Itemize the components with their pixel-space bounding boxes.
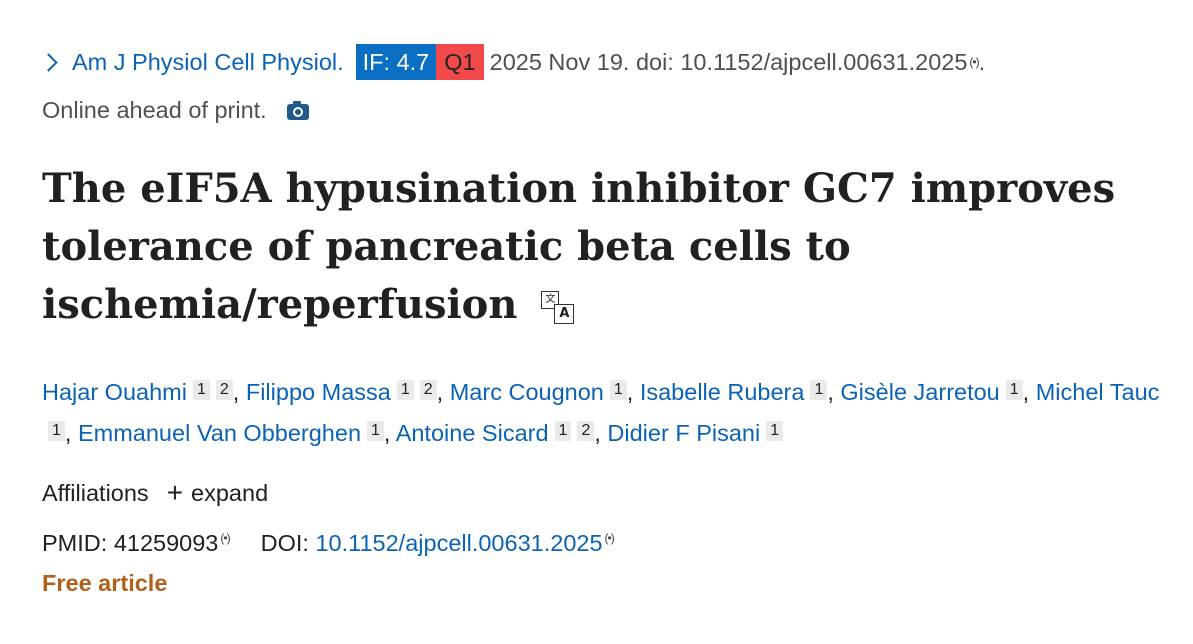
- affiliation-number[interactable]: 1: [367, 421, 384, 441]
- affiliation-number[interactable]: 2: [577, 421, 595, 441]
- pmid-signal-icon[interactable]: (•): [220, 531, 230, 545]
- citation-period: .: [978, 49, 986, 75]
- doi-link[interactable]: 10.1152/ajpcell.00631.2025: [315, 530, 602, 556]
- affiliation-number[interactable]: 2: [215, 380, 233, 400]
- free-article-label[interactable]: Free article: [42, 566, 167, 600]
- affiliations-label: Affiliations: [42, 480, 149, 506]
- affiliation-number[interactable]: 1: [766, 421, 784, 441]
- doi-label: DOI:: [260, 529, 309, 556]
- author-link[interactable]: Filippo Massa: [246, 379, 391, 405]
- author-link[interactable]: Hajar Ouahmi: [42, 379, 187, 405]
- affiliation-number[interactable]: 1: [810, 380, 828, 400]
- impact-factor-badge: IF: 4.7: [355, 44, 437, 80]
- plus-icon[interactable]: +: [167, 479, 183, 507]
- translate-icon[interactable]: 文 A: [541, 291, 575, 325]
- author-link[interactable]: Isabelle Rubera: [640, 379, 805, 405]
- citation-block: Am J Physiol Cell Physiol. IF: 4.7 Q1 20…: [39, 42, 1162, 130]
- publication-status: Online ahead of print.: [42, 90, 1162, 130]
- article-title-text: The eIF5A hypusination inhibitor GC7 imp…: [42, 165, 1116, 328]
- affiliations-toggle[interactable]: Affiliations + expand: [42, 476, 268, 510]
- author-separator: ,: [1022, 379, 1036, 405]
- author-separator: ,: [827, 379, 841, 405]
- author-separator: ,: [64, 420, 78, 446]
- pmid-label: PMID:: [42, 529, 108, 556]
- quartile-badge: Q1: [436, 44, 484, 80]
- doi-link-signal-icon[interactable]: (•): [605, 531, 615, 545]
- doi-signal-icon[interactable]: (•): [969, 42, 979, 82]
- author-separator: ,: [383, 420, 396, 446]
- identifiers: PMID: 41259093 (•) DOI: 10.1152/ajpcell.0…: [42, 520, 615, 561]
- citation-line: Am J Physiol Cell Physiol. IF: 4.7 Q1 20…: [39, 42, 1162, 82]
- camera-icon[interactable]: [287, 100, 310, 120]
- author-separator: ,: [436, 379, 450, 405]
- author-link[interactable]: Didier F Pisani: [607, 420, 760, 446]
- chevron-right-icon[interactable]: [39, 52, 58, 72]
- author-link[interactable]: Michel Tauc: [1036, 379, 1160, 405]
- affiliation-number[interactable]: 1: [554, 421, 572, 441]
- author-link[interactable]: Marc Cougnon: [450, 379, 604, 405]
- affiliation-number[interactable]: 1: [1005, 380, 1023, 400]
- affiliation-number[interactable]: 1: [609, 380, 627, 400]
- author-link[interactable]: Antoine Sicard: [396, 420, 549, 446]
- author-separator: ,: [594, 420, 608, 446]
- article-title: The eIF5A hypusination inhibitor GC7 imp…: [42, 160, 1162, 334]
- author-separator: ,: [626, 379, 640, 405]
- affiliation-number[interactable]: 2: [419, 380, 437, 400]
- author-link[interactable]: Gisèle Jarretou: [840, 379, 999, 405]
- citation-date-doi: 2025 Nov 19. doi: 10.1152/ajpcell.00631.…: [489, 49, 968, 75]
- author-separator: ,: [232, 379, 246, 405]
- author-link[interactable]: Emmanuel Van Obberghen: [78, 420, 361, 446]
- expand-link[interactable]: expand: [191, 476, 268, 510]
- affiliation-number[interactable]: 1: [48, 421, 65, 441]
- affiliation-number[interactable]: 1: [192, 380, 210, 400]
- journal-link[interactable]: Am J Physiol Cell Physiol.: [72, 42, 344, 82]
- pmid-value: 41259093: [113, 529, 219, 556]
- translate-icon-latin: A: [554, 304, 575, 324]
- authors-list: Hajar Ouahmi 1 2, Filippo Massa 1 2, Marc Co…: [42, 372, 1162, 454]
- article-page: Am J Physiol Cell Physiol. IF: 4.7 Q1 20…: [0, 0, 1193, 644]
- affiliation-number[interactable]: 1: [396, 380, 414, 400]
- status-text: Online ahead of print.: [42, 97, 267, 123]
